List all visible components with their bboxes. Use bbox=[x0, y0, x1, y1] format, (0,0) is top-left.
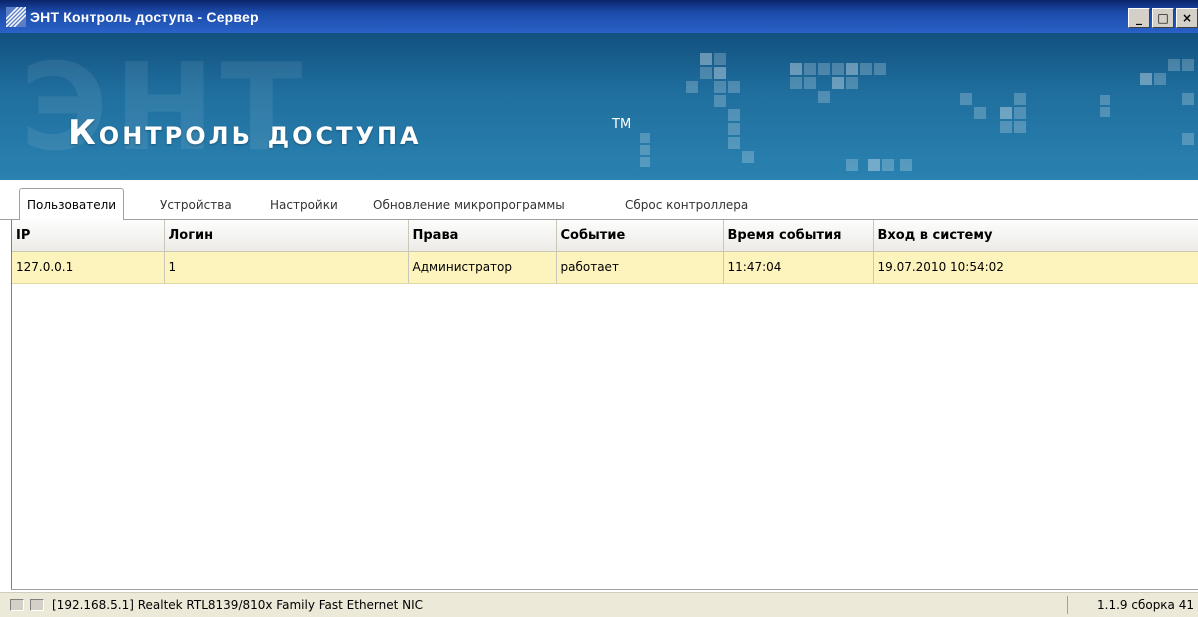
tab-firmware-update[interactable]: Обновление микропрограммы bbox=[366, 190, 572, 220]
table-bottom-border bbox=[11, 589, 1198, 590]
cell-login: 1 bbox=[164, 251, 409, 284]
status-led-icon bbox=[10, 599, 24, 611]
column-header-event-time[interactable]: Время события bbox=[723, 220, 874, 252]
table-row[interactable]: 127.0.0.1 1 Администратор работает 11:47… bbox=[12, 251, 1198, 284]
minimize-button[interactable]: _ bbox=[1128, 8, 1150, 28]
column-header-rights[interactable]: Права bbox=[408, 220, 557, 252]
window-title: ЭНТ Контроль доступа - Сервер bbox=[30, 8, 259, 25]
cell-rights: Администратор bbox=[408, 251, 557, 284]
status-separator bbox=[1067, 596, 1068, 614]
cell-login-time: 19.07.2010 10:54:02 bbox=[873, 251, 1198, 284]
column-header-login[interactable]: Логин bbox=[164, 220, 409, 252]
banner-title: Контроль доступа bbox=[68, 113, 422, 153]
column-header-login-time[interactable]: Вход в систему bbox=[873, 220, 1198, 252]
tab-devices[interactable]: Устройства bbox=[153, 190, 239, 220]
column-header-ip[interactable]: IP bbox=[12, 220, 165, 252]
users-table: IP Логин Права Событие Время события Вхо… bbox=[11, 220, 1198, 590]
cell-event-time: 11:47:04 bbox=[723, 251, 874, 284]
cell-event: работает bbox=[556, 251, 724, 284]
tab-settings[interactable]: Настройки bbox=[263, 190, 345, 220]
status-bar: [192.168.5.1] Realtek RTL8139/810x Famil… bbox=[0, 592, 1198, 617]
app-logo-icon bbox=[5, 5, 27, 28]
maximize-button[interactable]: □ bbox=[1152, 8, 1174, 28]
column-header-event[interactable]: Событие bbox=[556, 220, 724, 252]
banner-watermark: ЭНТ bbox=[20, 39, 309, 178]
banner-trademark: TM bbox=[612, 117, 632, 132]
tab-controller-reset[interactable]: Сброс контроллера bbox=[618, 190, 755, 220]
tab-bar: Пользователи Устройства Настройки Обновл… bbox=[0, 180, 1198, 221]
cell-ip: 127.0.0.1 bbox=[12, 251, 165, 284]
status-led-icon bbox=[30, 599, 44, 611]
network-status: [192.168.5.1] Realtek RTL8139/810x Famil… bbox=[52, 598, 424, 612]
version-label: 1.1.9 сборка 41 bbox=[1097, 598, 1194, 612]
title-bar[interactable]: ЭНТ Контроль доступа - Сервер _ □ × bbox=[0, 0, 1198, 33]
close-button[interactable]: × bbox=[1176, 8, 1198, 28]
table-header-row: IP Логин Права Событие Время события Вхо… bbox=[12, 220, 1198, 252]
app-banner: ЭНТ Контроль доступа TM bbox=[0, 33, 1198, 180]
tab-users[interactable]: Пользователи bbox=[19, 188, 125, 221]
window-controls: _ □ × bbox=[1126, 8, 1198, 28]
